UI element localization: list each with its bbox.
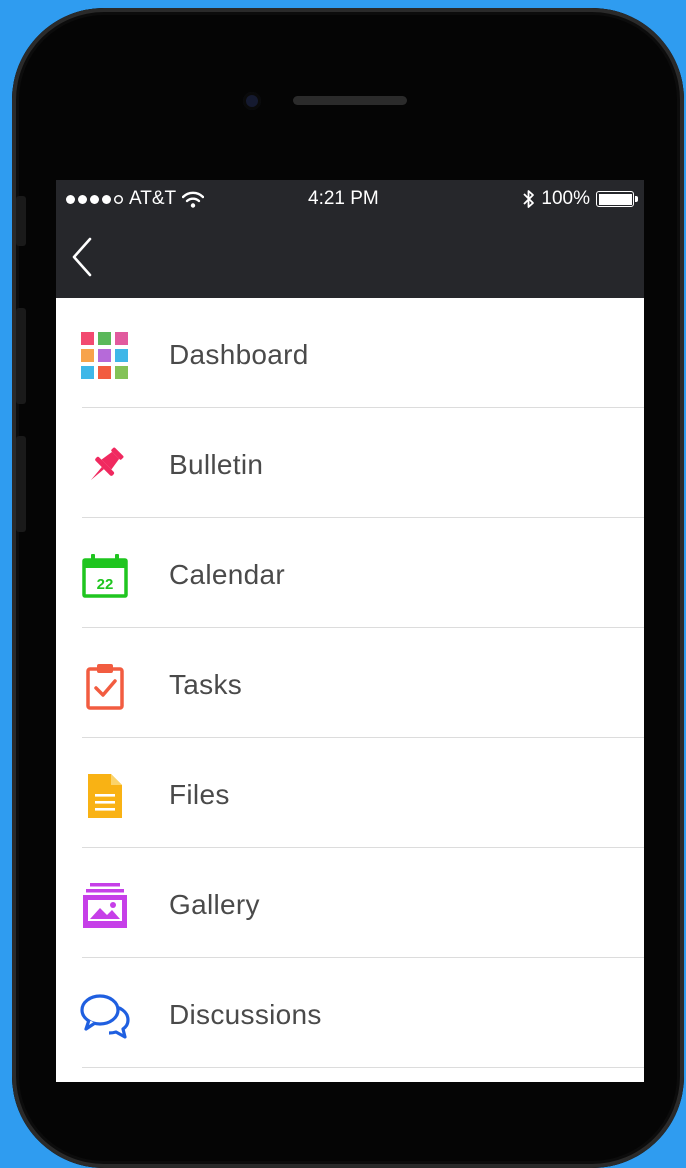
calendar-icon: 22 xyxy=(80,551,130,601)
menu-item-bulletin[interactable]: Bulletin xyxy=(56,408,644,518)
menu-item-files[interactable]: Files xyxy=(56,738,644,848)
status-time: 4:21 PM xyxy=(308,188,379,209)
chevron-left-icon xyxy=(72,237,92,277)
menu-item-label: Tasks xyxy=(169,669,243,700)
carrier-name: AT&T xyxy=(129,188,177,209)
menu-item-discussions[interactable]: Discussions xyxy=(56,958,644,1068)
grid-icon xyxy=(80,331,130,381)
calendar-day: 22 xyxy=(97,576,114,593)
bluetooth-icon xyxy=(523,190,535,208)
app-screen: AT&T 4:21 PM 100% Dashboard Bulletin 22 … xyxy=(56,180,644,1082)
wifi-icon xyxy=(182,191,205,208)
menu-list: Dashboard Bulletin 22 Calendar Tasks Fil… xyxy=(56,298,644,1068)
battery-percent: 100% xyxy=(541,188,590,209)
menu-item-gallery[interactable]: Gallery xyxy=(56,848,644,958)
menu-item-label: Gallery xyxy=(169,889,260,920)
menu-item-label: Discussions xyxy=(169,999,322,1030)
volume-down-button xyxy=(16,436,26,532)
mute-switch xyxy=(16,196,26,246)
divider xyxy=(82,1067,644,1068)
clipboard-check-icon xyxy=(80,661,130,711)
back-button[interactable] xyxy=(66,235,102,279)
earpiece-speaker xyxy=(293,96,407,105)
menu-item-label: Files xyxy=(169,779,230,810)
document-icon xyxy=(80,771,130,821)
pushpin-icon xyxy=(80,441,130,491)
status-left: AT&T xyxy=(66,188,205,210)
battery-icon xyxy=(596,191,638,207)
menu-item-label: Bulletin xyxy=(169,449,264,480)
status-bar: AT&T 4:21 PM 100% xyxy=(56,180,644,220)
signal-strength-icon xyxy=(66,194,123,204)
navigation-bar xyxy=(56,220,644,298)
volume-up-button xyxy=(16,308,26,404)
menu-item-label: Dashboard xyxy=(169,339,309,370)
front-camera xyxy=(243,92,261,110)
menu-item-label: Calendar xyxy=(169,559,286,590)
menu-item-calendar[interactable]: 22 Calendar xyxy=(56,518,644,628)
menu-item-tasks[interactable]: Tasks xyxy=(56,628,644,738)
gallery-icon xyxy=(80,881,130,931)
status-right: 100% xyxy=(523,188,638,210)
chat-bubbles-icon xyxy=(80,991,130,1041)
menu-item-dashboard[interactable]: Dashboard xyxy=(56,298,644,408)
